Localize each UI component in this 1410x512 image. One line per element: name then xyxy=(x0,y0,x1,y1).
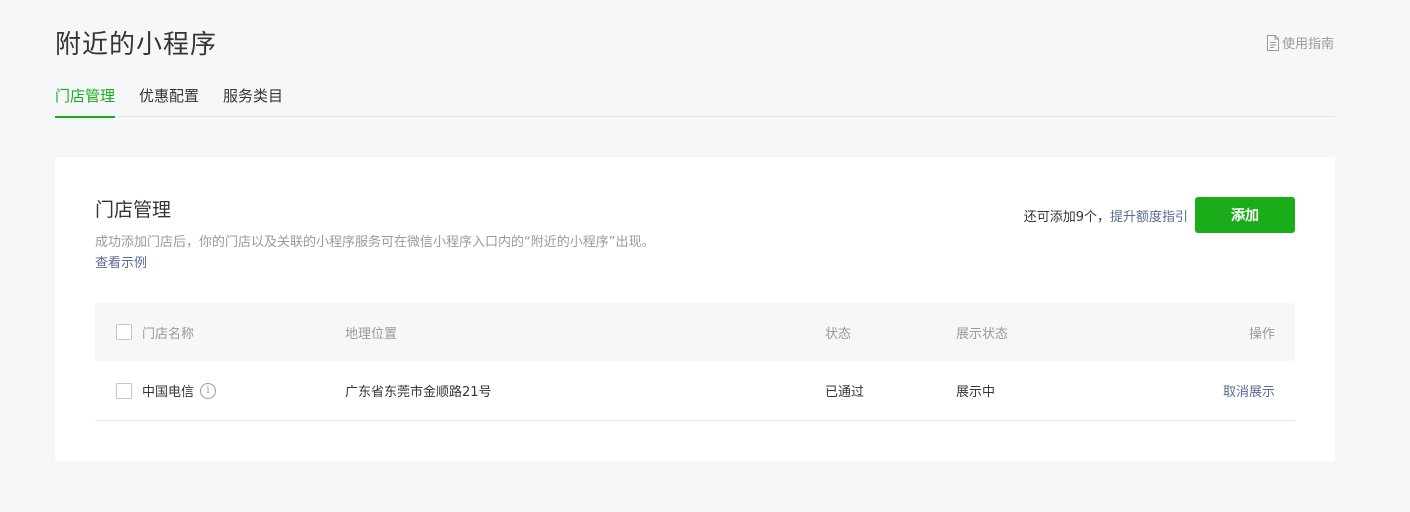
quota-info: 还可添加9个，提升额度指引 xyxy=(1024,206,1188,225)
row-action-cell: 取消展示 xyxy=(1223,361,1275,420)
tab-store-management[interactable]: 门店管理 xyxy=(55,84,116,118)
usage-guide-link[interactable]: 使用指南 xyxy=(1266,33,1334,52)
row-cell-name: 中国电信 i xyxy=(116,361,217,420)
table-header: 门店名称 地理位置 状态 展示状态 操作 xyxy=(95,303,1295,361)
page: 附近的小程序 使用指南 门店管理 优惠配置 服务类目 门店管理 成功添加门店后，… xyxy=(0,0,1410,512)
column-header-display-status: 展示状态 xyxy=(956,326,1009,342)
store-name: 中国电信 xyxy=(142,385,195,400)
quota-text: 还可添加9个， xyxy=(1023,210,1110,225)
tab-discount-config[interactable]: 优惠配置 xyxy=(139,84,199,117)
store-table: 门店名称 地理位置 状态 展示状态 操作 中国电信 i 广东省东莞市金顺路21号… xyxy=(95,303,1295,421)
column-header-status: 状态 xyxy=(825,326,852,342)
table-row: 中国电信 i 广东省东莞市金顺路21号 已通过 展示中 取消展示 xyxy=(95,361,1295,421)
tab-service-category[interactable]: 服务类目 xyxy=(223,84,283,117)
page-title: 附近的小程序 xyxy=(55,30,218,60)
header-cell-name: 门店名称 xyxy=(116,303,194,361)
column-header-name: 门店名称 xyxy=(142,326,195,342)
card-title: 门店管理 xyxy=(95,199,172,221)
column-header-action: 操作 xyxy=(1248,326,1275,342)
cancel-display-link[interactable]: 取消展示 xyxy=(1223,381,1275,400)
raise-quota-link[interactable]: 提升额度指引 xyxy=(1110,210,1188,225)
info-icon[interactable]: i xyxy=(200,382,217,399)
store-status: 已通过 xyxy=(825,385,865,400)
document-icon xyxy=(1266,34,1280,51)
store-management-card: 门店管理 成功添加门店后，你的门店以及关联的小程序服务可在微信小程序入口内的“附… xyxy=(55,157,1335,461)
store-location: 广东省东莞市金顺路21号 xyxy=(345,385,492,400)
select-all-checkbox[interactable] xyxy=(116,324,132,340)
row-checkbox[interactable] xyxy=(116,382,132,399)
tab-bar: 门店管理 优惠配置 服务类目 xyxy=(55,84,1335,118)
add-store-button[interactable]: 添加 xyxy=(1195,197,1295,233)
column-header-location: 地理位置 xyxy=(345,326,398,342)
store-display-status: 展示中 xyxy=(956,385,996,400)
view-example-link[interactable]: 查看示例 xyxy=(95,252,147,271)
usage-guide-label: 使用指南 xyxy=(1281,37,1334,52)
card-description: 成功添加门店后，你的门店以及关联的小程序服务可在微信小程序入口内的“附近的小程序… xyxy=(95,235,655,250)
